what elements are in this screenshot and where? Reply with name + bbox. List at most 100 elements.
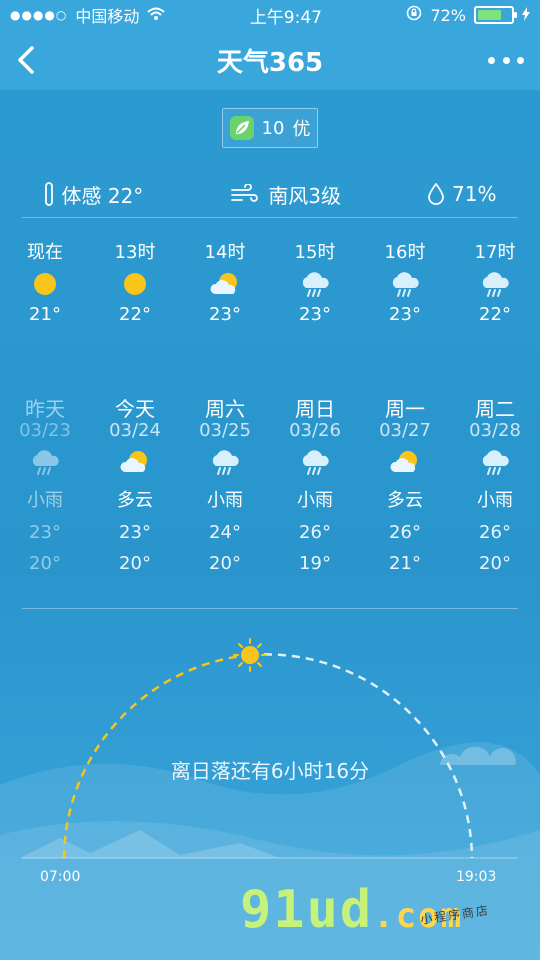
hour-label: 现在: [27, 242, 63, 263]
day-icon-slot: [270, 442, 360, 482]
hour-item: 17时 22°: [450, 238, 540, 325]
day-low: 20°: [29, 553, 61, 574]
hour-icon-slot: [90, 264, 180, 304]
hour-temp: 23°: [299, 304, 331, 325]
wifi-icon: [147, 6, 166, 25]
divider: [22, 608, 518, 609]
battery-fill: [478, 10, 501, 20]
hour-item: 13时 22°: [90, 238, 180, 325]
nav-bar: 天气365: [0, 30, 540, 90]
aqi-level: 优: [292, 119, 311, 140]
watermark-brand: 91ud: [240, 880, 374, 940]
hourly-forecast[interactable]: 现在 21° 13时 22° 14时 23° 15时 23° 16时 23° 1…: [0, 238, 540, 348]
humidity-stat: 71%: [428, 182, 497, 206]
day-high: 24°: [209, 522, 241, 543]
day-name: 昨天: [25, 397, 65, 421]
weather-main: 10 优 体感 22° 南风3级 71% 现在 21° 13时 22° 14时 …: [0, 90, 540, 960]
hour-temp: 22°: [479, 304, 511, 325]
hour-item: 现在 21°: [0, 238, 90, 325]
hour-item: 14时 23°: [180, 238, 270, 325]
day-item: 周一 03/27 多云 26° 21°: [360, 398, 450, 574]
aqi-value: 10: [261, 117, 285, 139]
day-low: 19°: [299, 553, 331, 574]
hour-label: 16时: [384, 242, 426, 263]
status-right: 72%: [406, 5, 540, 25]
day-item: 周日 03/26 小雨 26° 19°: [270, 398, 360, 574]
day-condition: 小雨: [297, 490, 333, 511]
hour-icon-slot: [270, 264, 360, 304]
wind-stat: 南风3级: [230, 180, 341, 209]
signal-strength-icon: ●●●●○: [10, 8, 68, 22]
status-time: 上午9:47: [249, 7, 322, 28]
rain-cloud-icon: [32, 450, 59, 475]
sun-icon: [124, 273, 146, 295]
air-quality-badge[interactable]: 10 优: [222, 108, 318, 148]
hour-label: 14时: [204, 242, 246, 263]
day-high: 23°: [119, 522, 151, 543]
feels-like-stat: 体感 22°: [44, 180, 144, 209]
day-item: 昨天 03/23 小雨 23° 20°: [0, 398, 90, 574]
hour-item: 16时 23°: [360, 238, 450, 325]
hour-temp: 21°: [29, 304, 61, 325]
rain-cloud-icon: [212, 450, 239, 475]
sunset-countdown: 离日落还有6小时16分: [170, 759, 370, 783]
day-low: 20°: [479, 553, 511, 574]
day-low: 21°: [389, 553, 421, 574]
hour-icon-slot: [180, 264, 270, 304]
day-icon-slot: [180, 442, 270, 482]
day-date: 03/28: [469, 420, 521, 441]
back-button[interactable]: [14, 44, 42, 76]
hour-icon-slot: [0, 264, 90, 304]
water-drop-icon: [428, 183, 444, 205]
hour-temp: 23°: [209, 304, 241, 325]
rain-cloud-icon: [392, 272, 419, 297]
day-item: 周六 03/25 小雨 24° 20°: [180, 398, 270, 574]
battery-nub: [514, 12, 517, 18]
day-condition: 小雨: [477, 490, 513, 511]
day-name: 今天: [115, 397, 155, 421]
sunrise-time: 07:00: [40, 869, 81, 885]
charging-icon: [522, 6, 530, 25]
partly-cloudy-icon: [390, 451, 417, 472]
day-condition: 小雨: [27, 490, 63, 511]
day-name: 周二: [475, 397, 515, 421]
day-date: 03/27: [379, 420, 431, 441]
day-condition: 小雨: [207, 490, 243, 511]
status-left: ●●●●○ 中国移动: [0, 3, 166, 27]
day-high: 23°: [29, 522, 61, 543]
page-title: 天气365: [216, 47, 324, 78]
feels-like-text: 体感 22°: [61, 183, 144, 208]
hour-icon-slot: [450, 264, 540, 304]
chevron-left-icon: [18, 46, 34, 74]
more-dot-icon: [502, 56, 510, 64]
wind-text: 南风3级: [268, 183, 342, 208]
day-high: 26°: [299, 522, 331, 543]
leaf-icon: [229, 116, 254, 140]
day-date: 03/23: [19, 420, 71, 441]
more-options-button[interactable]: [488, 50, 524, 70]
day-icon-slot: [450, 442, 540, 482]
rain-cloud-icon: [482, 272, 509, 297]
day-condition: 多云: [387, 490, 423, 511]
rotation-lock-icon: [406, 5, 422, 25]
more-dot-icon: [488, 56, 495, 64]
thermometer-icon: [44, 182, 53, 206]
more-dot-icon: [517, 56, 524, 64]
daily-forecast[interactable]: 昨天 03/23 小雨 23° 20° 今天 03/24 多云 23° 20° …: [0, 398, 540, 598]
hour-temp: 22°: [119, 304, 151, 325]
partly-cloudy-icon: [210, 273, 237, 294]
day-date: 03/25: [199, 420, 251, 441]
day-icon-slot: [360, 442, 450, 482]
day-low: 20°: [119, 553, 151, 574]
sun-position-icon: [233, 638, 267, 672]
day-name: 周日: [295, 397, 335, 421]
day-icon-slot: [0, 442, 90, 482]
hour-item: 15时 23°: [270, 238, 360, 325]
day-icon-slot: [90, 442, 180, 482]
battery-percent: 72%: [430, 5, 466, 25]
rain-cloud-icon: [482, 450, 509, 475]
battery-icon: [474, 6, 517, 24]
rain-cloud-icon: [302, 450, 329, 475]
sun-icon: [34, 273, 56, 295]
rain-cloud-icon: [302, 272, 329, 297]
